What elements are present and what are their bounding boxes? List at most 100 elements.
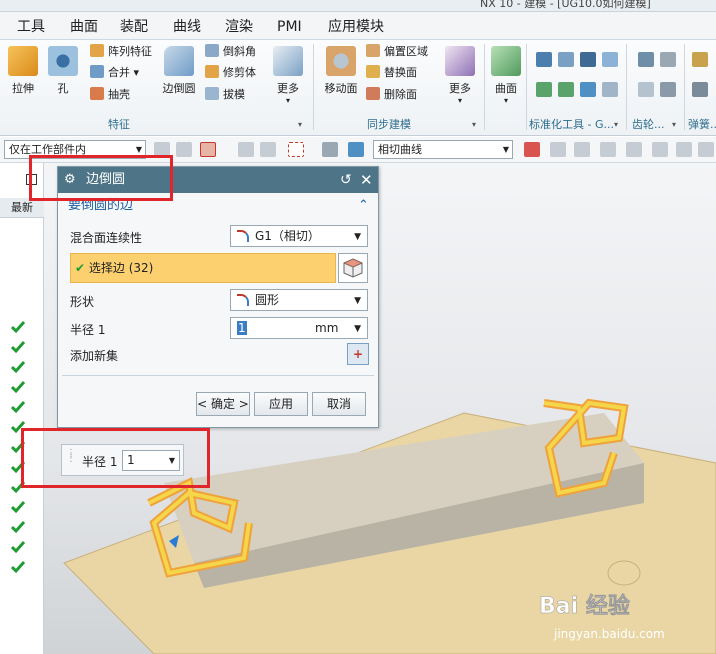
- delete-face-button[interactable]: 删除面: [366, 86, 417, 104]
- filter-icon[interactable]: [260, 142, 276, 157]
- group-divider: [684, 44, 685, 130]
- hole-icon: [48, 46, 78, 76]
- group-divider: [484, 44, 485, 130]
- select-filter-icon[interactable]: [200, 142, 216, 157]
- gear-tool-icon[interactable]: [638, 82, 654, 97]
- reset-icon[interactable]: ↺: [340, 167, 352, 193]
- menu-render[interactable]: 渲染: [225, 17, 253, 37]
- replace-face-icon: [366, 65, 380, 78]
- sync-more-button[interactable]: 更多 ▾: [444, 46, 476, 105]
- ok-button[interactable]: < 确定 >: [196, 392, 250, 416]
- radius-input[interactable]: 1 mm ▼: [230, 317, 368, 339]
- snap-icon[interactable]: [626, 142, 642, 157]
- gear-tool-icon[interactable]: [660, 82, 676, 97]
- move-face-button[interactable]: 移动面: [320, 46, 362, 96]
- pattern-icon: [90, 44, 104, 57]
- std-tool-icon[interactable]: [558, 82, 574, 97]
- ribbon: 拉伸 孔 阵列特征 合并 ▾ 抽壳 边倒圆 倒斜角 修剪体 拔模 更多 ▾ 特征…: [0, 40, 716, 136]
- sync-group-label: 同步建模: [367, 118, 411, 131]
- continuity-dropdown[interactable]: G1（相切） ▼: [230, 225, 368, 247]
- move-face-icon: [326, 46, 356, 76]
- spring-tool-icon[interactable]: [692, 82, 708, 97]
- std-tool-icon[interactable]: [580, 82, 596, 97]
- menu-applications[interactable]: 应用模块: [328, 17, 384, 37]
- radius-value[interactable]: 1: [237, 321, 247, 335]
- gear-group-expand-icon[interactable]: ▾: [672, 120, 676, 129]
- snap-icon[interactable]: [550, 142, 566, 157]
- latest-column-header: 最新: [0, 198, 44, 218]
- menu-tools[interactable]: 工具: [17, 17, 45, 37]
- menu-assembly[interactable]: 装配: [120, 17, 148, 37]
- select-edge-row[interactable]: ✔ 选择边 (32): [70, 253, 336, 283]
- snap-icon[interactable]: [698, 142, 714, 157]
- face-filter-icon[interactable]: [348, 142, 364, 157]
- chevron-up-icon[interactable]: ⌃: [358, 193, 369, 219]
- draft-button[interactable]: 拔模: [205, 86, 245, 104]
- draft-icon: [205, 87, 219, 100]
- snap-icon[interactable]: [574, 142, 590, 157]
- edge-blend-icon: [164, 46, 194, 76]
- blend-icon: [237, 230, 249, 242]
- menu-surface[interactable]: 曲面: [70, 17, 98, 37]
- feature-group-expand-icon[interactable]: ▾: [298, 120, 302, 129]
- chevron-down-icon: ▾: [503, 96, 508, 105]
- std-tool-icon[interactable]: [536, 52, 552, 67]
- std-tool-icon[interactable]: [536, 82, 552, 97]
- edge-blend-button[interactable]: 边倒圆: [160, 46, 198, 96]
- add-new-set-button[interactable]: +: [347, 343, 369, 365]
- spring-tool-icon[interactable]: [692, 52, 708, 67]
- add-new-set-label: 添加新集: [70, 349, 119, 363]
- extrude-button[interactable]: 拉伸: [6, 46, 40, 96]
- snap-icon[interactable]: [600, 142, 616, 157]
- sync-group-expand-icon[interactable]: ▾: [472, 120, 476, 129]
- cube-icon: [343, 258, 363, 278]
- std-tool-icon[interactable]: [602, 82, 618, 97]
- part-navigator: 最新: [0, 163, 44, 654]
- filter-icon[interactable]: [238, 142, 254, 157]
- annotation-highlight-radius-popup: [21, 428, 210, 488]
- gear-tool-icon[interactable]: [660, 52, 676, 67]
- edge-select-cube-button[interactable]: [338, 253, 368, 283]
- rectangle-select-icon[interactable]: [288, 142, 304, 157]
- std-tool-icon[interactable]: [602, 52, 618, 67]
- gear-tool-icon[interactable]: [638, 52, 654, 67]
- checkmark-icon: ✔: [75, 261, 86, 275]
- snap-icon[interactable]: [676, 142, 692, 157]
- dialog-divider: [62, 375, 374, 376]
- group-divider: [526, 44, 527, 130]
- hole-button[interactable]: 孔: [48, 46, 78, 96]
- radius-label: 半径 1: [70, 323, 106, 337]
- replace-face-button[interactable]: 替换面: [366, 64, 417, 82]
- cancel-button[interactable]: 取消: [312, 392, 366, 416]
- chamfer-button[interactable]: 倒斜角: [205, 43, 256, 61]
- surface-button[interactable]: 曲面 ▾: [490, 46, 522, 105]
- unite-icon: [90, 65, 104, 78]
- unite-button[interactable]: 合并 ▾: [90, 64, 139, 82]
- group-divider: [313, 44, 314, 130]
- filter-icon[interactable]: [176, 142, 192, 157]
- apply-button[interactable]: 应用: [254, 392, 308, 416]
- feature-more-button[interactable]: 更多 ▾: [272, 46, 304, 105]
- shell-button[interactable]: 抽壳: [90, 86, 130, 104]
- chamfer-icon: [205, 44, 219, 57]
- std-tool-icon[interactable]: [580, 52, 596, 67]
- curve-rule-dropdown[interactable]: 相切曲线 ▼: [373, 140, 513, 159]
- select-edge-label: 选择边 (32): [88, 261, 154, 275]
- checkmark-icon: [11, 401, 25, 414]
- menu-pmi[interactable]: PMI: [277, 17, 302, 37]
- std-tool-icon[interactable]: [558, 52, 574, 67]
- pattern-feature-button[interactable]: 阵列特征: [90, 43, 152, 61]
- offset-region-button[interactable]: 偏置区域: [366, 43, 428, 61]
- body-filter-icon[interactable]: [322, 142, 338, 157]
- menu-bar: 工具 曲面 装配 曲线 渲染 PMI 应用模块: [0, 12, 716, 40]
- menu-curve[interactable]: 曲线: [173, 17, 201, 37]
- delete-face-icon: [366, 87, 380, 100]
- shape-dropdown[interactable]: 圆形 ▼: [230, 289, 368, 311]
- snap-icon[interactable]: [524, 142, 540, 157]
- close-icon[interactable]: ✕: [360, 167, 373, 193]
- std-group-expand-icon[interactable]: ▾: [614, 120, 618, 129]
- snap-icon[interactable]: [652, 142, 668, 157]
- checkmark-icon: [11, 361, 25, 374]
- trim-body-button[interactable]: 修剪体: [205, 64, 256, 82]
- checkmark-icon: [11, 501, 25, 514]
